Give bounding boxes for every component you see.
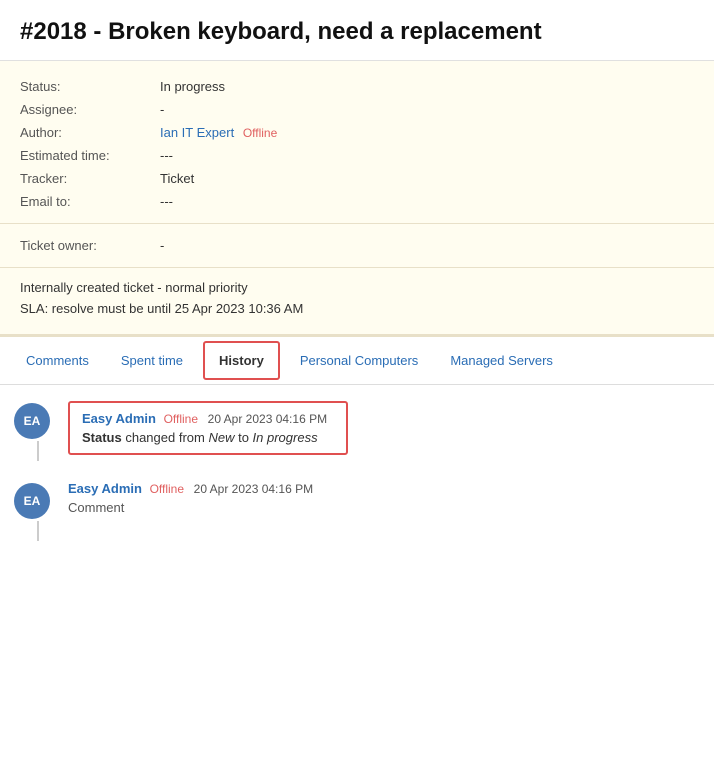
notes-line1: Internally created ticket - normal prior…: [20, 278, 694, 299]
history-body-2: Easy Admin Offline 20 Apr 2023 04:16 PM …: [68, 481, 694, 515]
assignee-value: -: [160, 102, 164, 117]
history-from-1: New: [208, 430, 234, 445]
ticket-owner-section: Ticket owner: -: [0, 224, 714, 268]
history-body-1: Easy Admin Offline 20 Apr 2023 04:16 PM …: [68, 401, 694, 455]
history-card-1: Easy Admin Offline 20 Apr 2023 04:16 PM …: [68, 401, 348, 455]
history-detail-1: Status changed from New to In progress: [82, 430, 334, 445]
history-entry-1: EA Easy Admin Offline 20 Apr 2023 04:16 …: [20, 401, 694, 461]
status-row: Status: In progress: [20, 75, 694, 98]
tab-personal-computers[interactable]: Personal Computers: [284, 339, 435, 382]
history-meta-1: Easy Admin Offline 20 Apr 2023 04:16 PM: [82, 411, 334, 426]
history-offline-2: Offline: [150, 482, 184, 496]
history-section: EA Easy Admin Offline 20 Apr 2023 04:16 …: [0, 385, 714, 577]
history-action-prefix-1: Status: [82, 430, 122, 445]
author-name[interactable]: Ian IT Expert: [160, 125, 234, 140]
email-value: ---: [160, 194, 173, 209]
history-offline-1: Offline: [164, 412, 198, 426]
notes-line2: SLA: resolve must be until 25 Apr 2023 1…: [20, 299, 694, 320]
assignee-label: Assignee:: [20, 102, 160, 117]
tab-history[interactable]: History: [203, 341, 280, 380]
email-label: Email to:: [20, 194, 160, 209]
history-author-1: Easy Admin: [82, 411, 156, 426]
history-meta-2: Easy Admin Offline 20 Apr 2023 04:16 PM: [68, 481, 694, 496]
history-date-1: 20 Apr 2023 04:16 PM: [208, 412, 327, 426]
avatar-1: EA: [14, 403, 50, 439]
history-card-2: Easy Admin Offline 20 Apr 2023 04:16 PM …: [68, 481, 694, 515]
avatar-2: EA: [14, 483, 50, 519]
author-label: Author:: [20, 125, 160, 140]
history-action-text-1: changed from: [122, 430, 209, 445]
info-section: Status: In progress Assignee: - Author: …: [0, 61, 714, 224]
status-label: Status:: [20, 79, 160, 94]
history-date-2: 20 Apr 2023 04:16 PM: [194, 482, 313, 496]
history-entry-2: EA Easy Admin Offline 20 Apr 2023 04:16 …: [20, 481, 694, 541]
tracker-label: Tracker:: [20, 171, 160, 186]
history-to-text-1: to: [234, 430, 252, 445]
assignee-row: Assignee: -: [20, 98, 694, 121]
page-title: #2018 - Broken keyboard, need a replacem…: [0, 0, 714, 61]
email-row: Email to: ---: [20, 190, 694, 213]
tracker-value: Ticket: [160, 171, 194, 186]
estimated-label: Estimated time:: [20, 148, 160, 163]
history-comment-2: Comment: [68, 500, 694, 515]
status-value: In progress: [160, 79, 225, 94]
ticket-owner-row: Ticket owner: -: [20, 234, 694, 257]
ticket-owner-value: -: [160, 238, 164, 253]
history-to-value-1: In progress: [253, 430, 318, 445]
estimated-row: Estimated time: ---: [20, 144, 694, 167]
tabs-bar: Comments Spent time History Personal Com…: [0, 337, 714, 385]
author-status-badge: Offline: [243, 126, 277, 140]
estimated-value: ---: [160, 148, 173, 163]
author-container: Ian IT Expert Offline: [160, 125, 277, 140]
tab-comments[interactable]: Comments: [10, 339, 105, 382]
tab-managed-servers[interactable]: Managed Servers: [434, 339, 569, 382]
ticket-owner-label: Ticket owner:: [20, 238, 160, 253]
history-author-2: Easy Admin: [68, 481, 142, 496]
tracker-row: Tracker: Ticket: [20, 167, 694, 190]
tab-spent-time[interactable]: Spent time: [105, 339, 199, 382]
author-row: Author: Ian IT Expert Offline: [20, 121, 694, 144]
notes-section: Internally created ticket - normal prior…: [0, 268, 714, 337]
